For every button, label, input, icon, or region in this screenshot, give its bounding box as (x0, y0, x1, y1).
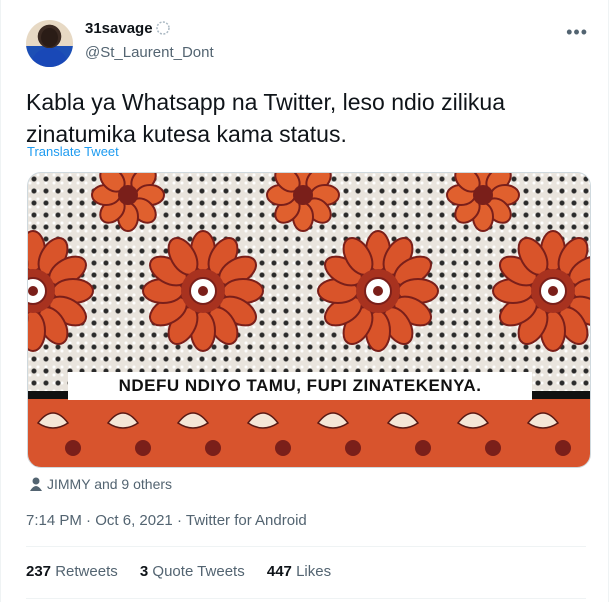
likes-stat[interactable]: 447 Likes (267, 563, 331, 580)
tweet-text-line-1: Kabla ya Whatsapp na Twitter, leso ndio … (26, 89, 506, 115)
tweet-time[interactable]: 7:14 PM (26, 512, 82, 529)
tweet-stats: 237 Retweets 3 Quote Tweets 447 Likes (26, 563, 349, 580)
display-name-text: 31savage (85, 20, 153, 37)
likes-label: Likes (296, 563, 332, 580)
quote-tweets-stat[interactable]: 3 Quote Tweets (140, 563, 245, 580)
retweets-stat[interactable]: 237 Retweets (26, 563, 118, 580)
avatar[interactable] (26, 20, 73, 67)
tweet-media-image[interactable]: NDEFU NDIYO TAMU, FUPI ZINATEKENYA. (27, 172, 591, 468)
likes-count: 447 (266, 563, 292, 580)
quote-tweets-count: 3 (139, 563, 149, 580)
liked-by[interactable]: JIMMY and 9 others (30, 476, 172, 492)
avatar-head (41, 28, 58, 47)
quote-tweets-label: Quote Tweets (152, 563, 245, 580)
person-icon (30, 477, 42, 491)
leso-fabric-pattern (28, 173, 590, 467)
more-options-icon[interactable]: ••• (566, 22, 588, 43)
liked-by-text: JIMMY and 9 others (47, 476, 173, 492)
display-name[interactable]: 31savage (85, 20, 171, 37)
meta-separator: · (86, 512, 92, 529)
badge-icon (155, 21, 170, 35)
divider-bottom (26, 598, 586, 599)
meta-separator-2: · (176, 512, 182, 529)
divider (26, 546, 586, 547)
translate-tweet-link[interactable]: Translate Tweet (27, 144, 119, 159)
avatar-body (31, 48, 68, 67)
retweets-label: Retweets (55, 563, 118, 580)
tweet-card: 31savage @St_Laurent_Dont ••• Kabla ya W… (0, 0, 609, 602)
user-handle[interactable]: @St_Laurent_Dont (85, 44, 214, 61)
tweet-meta: 7:14 PM · Oct 6, 2021 · Twitter for Andr… (26, 512, 307, 529)
leso-banner-text: NDEFU NDIYO TAMU, FUPI ZINATEKENYA. (68, 372, 532, 400)
tweet-date[interactable]: Oct 6, 2021 (95, 512, 173, 529)
tweet-text: Kabla ya Whatsapp na Twitter, leso ndio … (26, 86, 586, 150)
tweet-source[interactable]: Twitter for Android (186, 512, 307, 529)
retweets-count: 237 (26, 563, 52, 580)
